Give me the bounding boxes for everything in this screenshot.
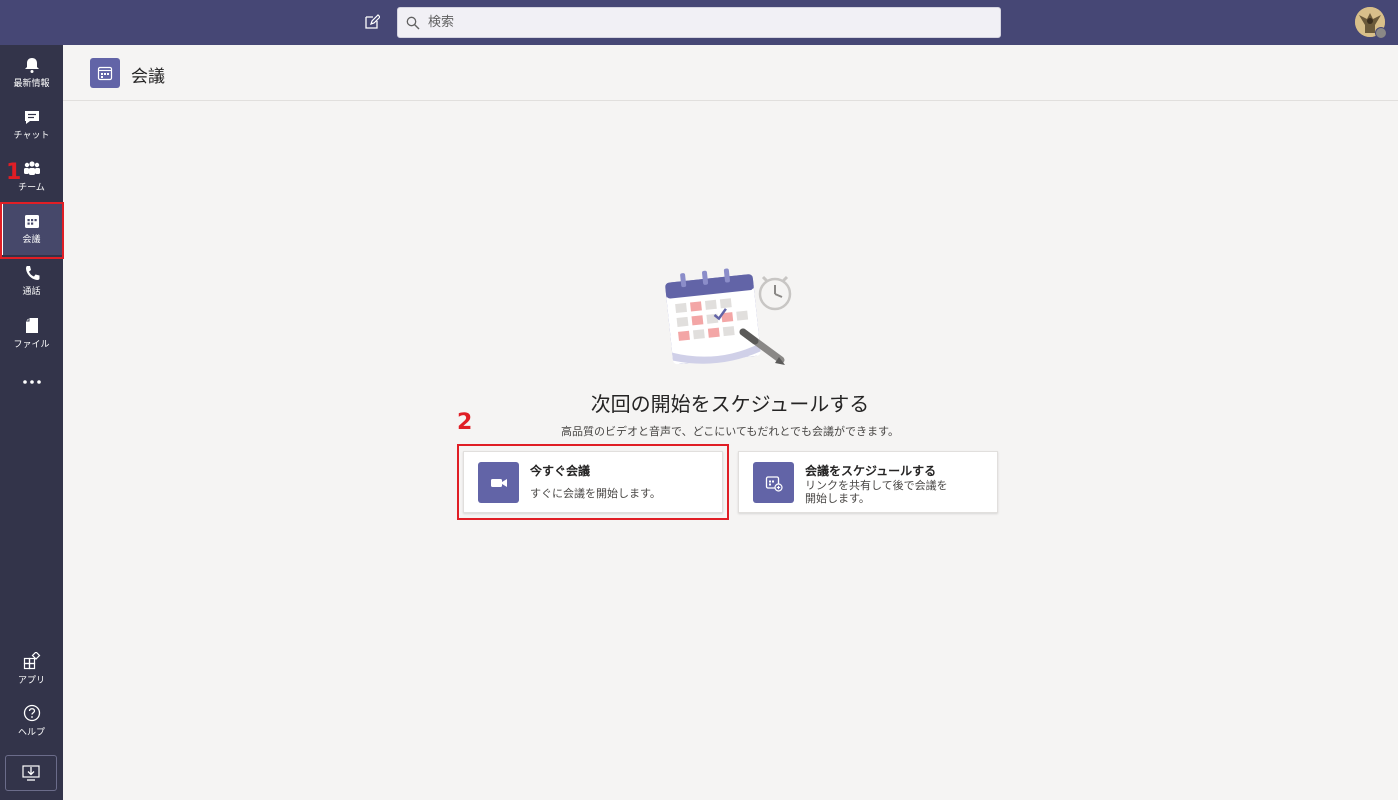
bell-icon	[24, 58, 39, 73]
search-box[interactable]	[397, 7, 1001, 38]
file-icon	[25, 317, 38, 333]
meetings-header-icon	[90, 58, 120, 88]
top-bar	[0, 0, 1398, 45]
video-icon	[478, 462, 519, 503]
main-title: 次回の開始をスケジュールする	[590, 392, 870, 416]
annotation-number-2: 2	[457, 410, 473, 435]
rail-item-more[interactable]	[0, 355, 63, 409]
rail-item-label: 通話	[22, 287, 41, 297]
alarm-clock-icon	[758, 275, 792, 311]
presence-status-icon	[1375, 27, 1387, 39]
download-icon	[22, 765, 40, 781]
page-header: 会議	[63, 45, 1398, 101]
more-icon	[22, 380, 41, 384]
schedule-meeting-title: 会議をスケジュールする	[805, 464, 937, 478]
rail-item-activity[interactable]: 最新情報	[0, 47, 63, 99]
calendar-icon	[24, 215, 39, 228]
phone-icon	[25, 266, 39, 280]
rail-item-calls[interactable]: 通話	[0, 255, 63, 307]
search-icon	[406, 16, 420, 29]
apps-icon	[23, 652, 40, 670]
main-subtitle: 高品質のビデオと音声で、どこにいてもだれとでも会議ができます。	[561, 425, 899, 438]
chat-icon	[24, 111, 39, 124]
rail-item-help[interactable]: ヘルプ	[0, 695, 63, 747]
rail-item-label: ファイル	[13, 339, 50, 350]
rail-item-label: 会議	[22, 235, 41, 245]
meet-now-description: すぐに会議を開始します。	[530, 487, 661, 500]
compose-icon[interactable]	[360, 10, 384, 34]
rail-item-files[interactable]: ファイル	[0, 307, 63, 359]
page-title: 会議	[131, 67, 165, 87]
calendar-illustration	[655, 260, 795, 376]
rail-item-label: チーム	[18, 183, 45, 193]
schedule-desc-line-1: リンクを共有して後で会議を	[805, 479, 948, 492]
teams-icon	[23, 161, 40, 175]
schedule-meeting-description: リンクを共有して後で会議を 開始します。	[805, 479, 948, 505]
rail-item-meetings[interactable]: 会議	[0, 203, 63, 255]
rail-item-apps[interactable]: アプリ	[0, 643, 63, 695]
annotation-number-1: 1	[6, 160, 22, 185]
rail-item-label: アプリ	[17, 676, 45, 686]
rail-item-label: ヘルプ	[17, 728, 45, 738]
help-icon	[23, 704, 40, 722]
rail-item-label: 最新情報	[13, 79, 50, 89]
search-input[interactable]	[426, 14, 990, 31]
schedule-desc-line-2: 開始します。	[805, 492, 870, 505]
meet-now-title: 今すぐ会議	[530, 464, 591, 478]
calendar-add-icon	[753, 462, 794, 503]
download-button[interactable]	[5, 755, 57, 791]
schedule-meeting-button[interactable]: 会議をスケジュールする リンクを共有して後で会議を 開始します。	[738, 451, 998, 513]
rail-item-chat[interactable]: チャット	[0, 99, 63, 151]
meet-now-button[interactable]: 今すぐ会議 すぐに会議を開始します。	[463, 451, 723, 513]
app-rail: 最新情報 チャット チーム 会議 通話 ファイル アプリ ヘルプ	[0, 45, 63, 800]
rail-item-label: チャット	[13, 131, 50, 141]
